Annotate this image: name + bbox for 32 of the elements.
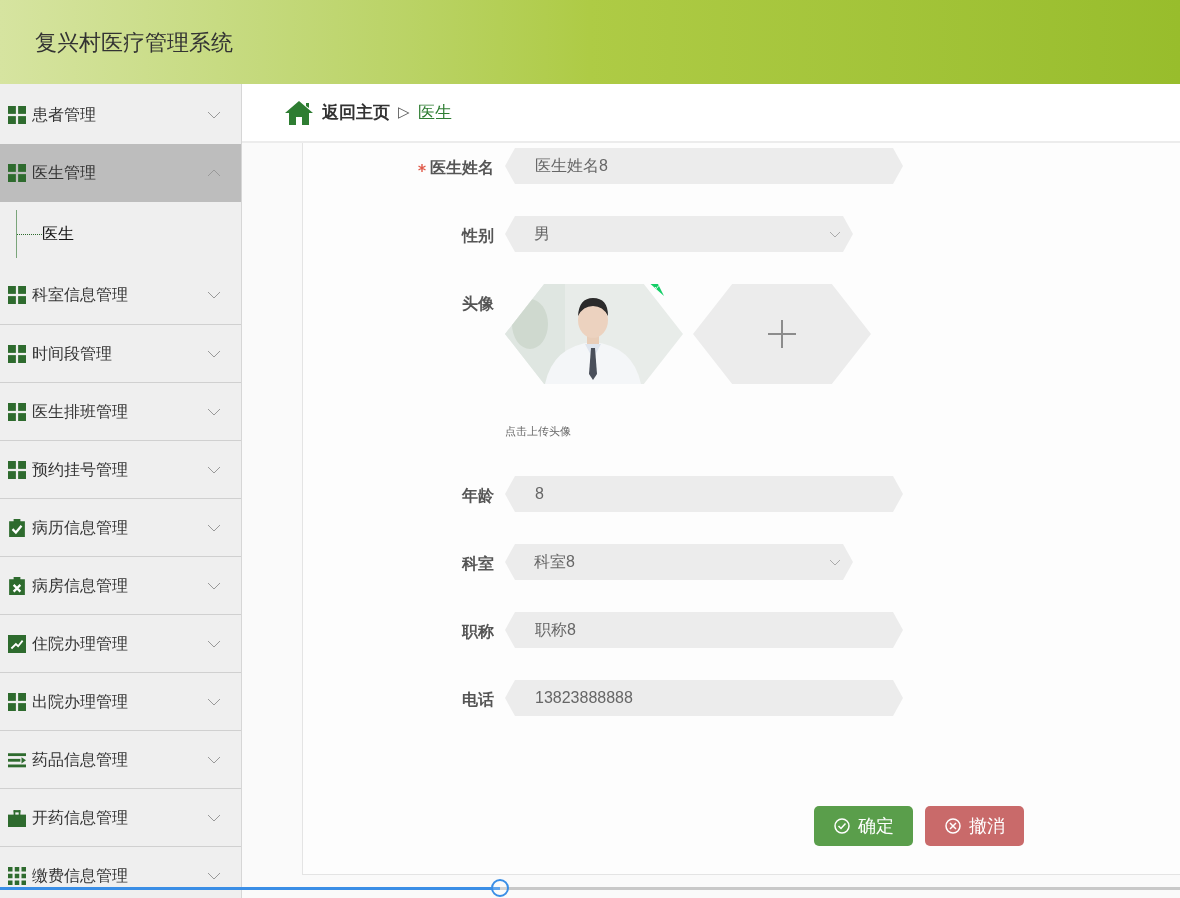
sidebar-item[interactable]: 患者管理 [0, 86, 241, 144]
input-field[interactable]: 医生姓名8 [505, 148, 903, 184]
sidebar-item[interactable]: 科室信息管理 [0, 266, 241, 324]
select-field[interactable]: 男 [505, 216, 853, 252]
field-label: 电话 [462, 690, 494, 710]
breadcrumb-separator: ▷ [398, 102, 410, 123]
sidebar-item[interactable]: 病房信息管理 [0, 556, 241, 614]
sidebar-item[interactable]: 医生排班管理 [0, 382, 241, 440]
input-field[interactable]: 职称8 [505, 612, 903, 648]
sidebar-item[interactable]: 出院办理管理 [0, 672, 241, 730]
sidebar-item[interactable]: 开药信息管理 [0, 788, 241, 846]
input-field[interactable]: 13823888888 [505, 680, 903, 716]
field-label: 医生姓名 [430, 158, 494, 178]
sidebar-item[interactable]: 时间段管理 [0, 324, 241, 382]
app-title: 复兴村医疗管理系统 [35, 28, 233, 57]
field-label: 年龄 [462, 486, 494, 506]
sidebar-item[interactable]: 病历信息管理 [0, 498, 241, 556]
field-label: 科室 [462, 554, 494, 574]
field-label: 职称 [462, 622, 494, 642]
upload-hint: 点击上传头像 [505, 424, 571, 439]
select-field[interactable]: 科室8 [505, 544, 853, 580]
submenu-item[interactable]: 医生 [42, 222, 74, 246]
sidebar-item[interactable]: 医生管理 [0, 144, 241, 202]
sidebar-item[interactable]: 药品信息管理 [0, 730, 241, 788]
sidebar-item[interactable]: 预约挂号管理 [0, 440, 241, 498]
sidebar-item[interactable]: 住院办理管理 [0, 614, 241, 672]
breadcrumb-current: 医生 [418, 101, 452, 124]
input-field[interactable]: 8 [505, 476, 903, 512]
home-link[interactable]: 返回主页 [322, 99, 390, 126]
cancel-button[interactable]: 撤消 [925, 806, 1024, 846]
field-label: 性别 [462, 226, 494, 246]
field-label: 头像 [462, 294, 494, 314]
